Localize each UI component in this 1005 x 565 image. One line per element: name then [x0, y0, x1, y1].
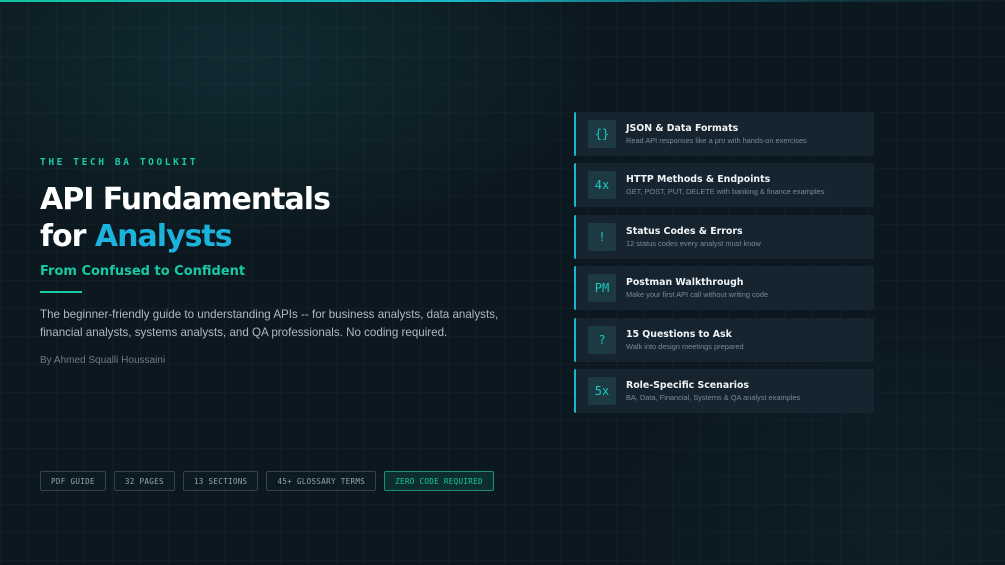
feature-subtitle: Make your first API call without writing…	[626, 290, 769, 300]
tag-list: PDF GUIDE 32 PAGES 13 SECTIONS 45+ GLOSS…	[40, 471, 494, 491]
tag-sections: 13 SECTIONS	[182, 471, 259, 491]
tag-pdf-guide: PDF GUIDE	[40, 471, 106, 491]
title-accent-word: Analysts	[94, 219, 233, 254]
braces-icon: {}	[588, 120, 616, 148]
tag-zero-code: ZERO CODE REQUIRED	[384, 471, 494, 491]
tag-glossary-terms: 45+ GLOSSARY TERMS	[266, 471, 377, 491]
feature-card-postman: PM Postman Walkthrough Make your first A…	[574, 266, 874, 311]
page-title: API Fundamentals for Analysts	[40, 181, 331, 255]
top-accent-bar	[0, 0, 1005, 2]
feature-subtitle: Walk into design meetings prepared	[626, 341, 744, 351]
question-icon: ?	[588, 325, 616, 354]
feature-card-scenarios: 5x Role-Specific Scenarios BA, Data, Fin…	[574, 368, 874, 413]
feature-subtitle: GET, POST, PUT, DELETE with banking & fi…	[626, 187, 825, 197]
brand-eyebrow: THE TECH BA TOOLKIT	[40, 157, 199, 168]
feature-title: JSON & Data Formats	[626, 123, 739, 134]
tag-pages: 32 PAGES	[113, 471, 175, 491]
feature-card-list: {} JSON & Data Formats Read API response…	[574, 112, 874, 420]
feature-card-status-codes: ! Status Codes & Errors 12 status codes …	[574, 214, 874, 259]
hero-subtitle: From Confused to Confident	[40, 264, 246, 279]
feature-card-json: {} JSON & Data Formats Read API response…	[574, 112, 874, 156]
feature-title: Postman Walkthrough	[626, 277, 744, 289]
feature-title: Role-Specific Scenarios	[626, 379, 750, 391]
feature-title: 15 Questions to Ask	[626, 328, 732, 340]
hero-description: The beginner-friendly guide to understan…	[40, 308, 499, 339]
feature-subtitle: BA, Data, Financial, Systems & QA analys…	[626, 392, 801, 402]
five-x-icon: 5x	[588, 376, 616, 405]
author-byline: By Ahmed Squalli Houssaini	[40, 355, 166, 366]
postman-icon: PM	[588, 274, 616, 303]
feature-title: HTTP Methods & Endpoints	[626, 174, 771, 186]
subtitle-divider	[40, 291, 82, 293]
exclamation-icon: !	[588, 222, 616, 251]
feature-card-http-methods: 4x HTTP Methods & Endpoints GET, POST, P…	[574, 163, 874, 208]
four-x-icon: 4x	[588, 171, 616, 200]
feature-title: Status Codes & Errors	[626, 225, 743, 237]
title-line-2-prefix: for	[40, 219, 95, 254]
feature-card-questions: ? 15 Questions to Ask Walk into design m…	[574, 317, 874, 362]
title-line-1: API Fundamentals	[40, 182, 331, 217]
feature-subtitle: 12 status codes every analyst must know	[626, 238, 761, 248]
feature-subtitle: Read API responses like a pro with hands…	[626, 136, 807, 145]
